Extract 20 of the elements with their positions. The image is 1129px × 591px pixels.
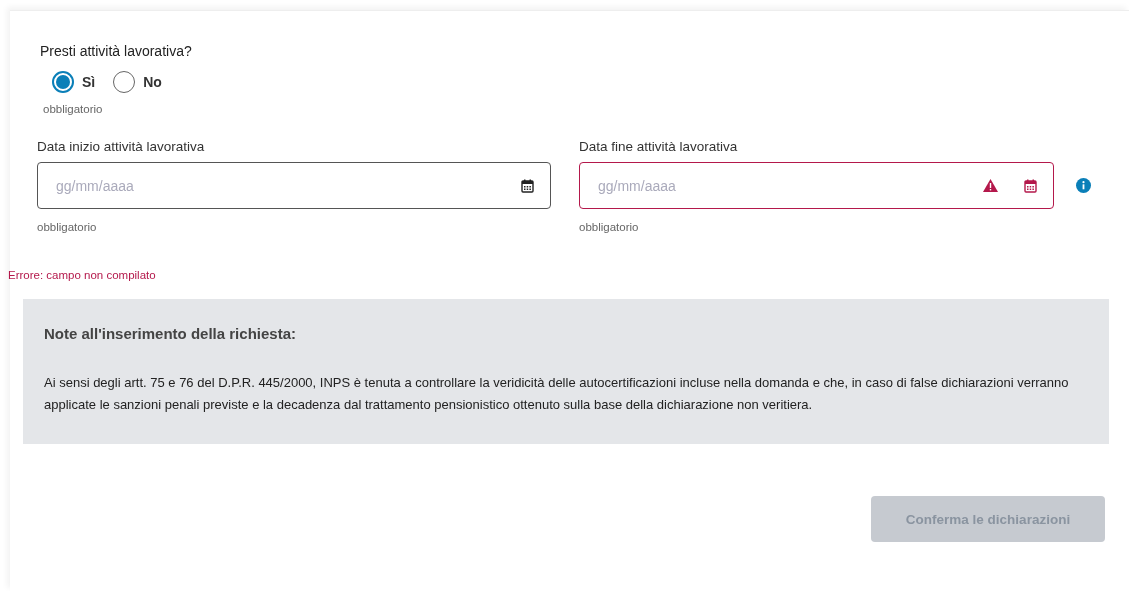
- error-message: Errore: campo non compilato: [8, 269, 157, 281]
- field-label: Data fine attività lavorativa: [579, 139, 739, 154]
- radio-option[interactable]: Sì: [52, 71, 96, 93]
- question-label: Presti attività lavorativa?: [39, 43, 193, 59]
- radio-button[interactable]: [52, 71, 74, 93]
- radio-label: Sì: [82, 74, 96, 90]
- field-label: Data inizio attività lavorativa: [37, 139, 206, 154]
- date-field[interactable]: gg/mm/aaaa: [37, 162, 551, 209]
- calendar-icon[interactable]: [1024, 178, 1037, 193]
- radio-label: No: [143, 74, 162, 90]
- date-field[interactable]: gg/mm/aaaa: [579, 162, 1054, 209]
- warning-icon: [983, 179, 998, 192]
- calendar-icon[interactable]: [521, 178, 534, 193]
- note-text: Ai sensi degli artt. 75 e 76 del D.P.R. 445/2000, INPS è tenuta a controllare la veridicità delle autocertificazioni incluse nella domanda e che, in caso di false dichiarazioni verranno applicate le sanzioni penali previste e la decadenza dal trattamento pensionistico ottenuto sulla base della dichiarazione non veritiera.: [44, 374, 1070, 414]
- info-icon[interactable]: [1076, 178, 1091, 193]
- note-title: Note all'inserimento della richiesta:: [44, 325, 297, 342]
- hint-text: obbligatorio: [37, 221, 98, 233]
- radio-option[interactable]: No: [113, 71, 162, 93]
- hint-text: obbligatorio: [42, 103, 104, 115]
- hint-text: obbligatorio: [579, 221, 640, 233]
